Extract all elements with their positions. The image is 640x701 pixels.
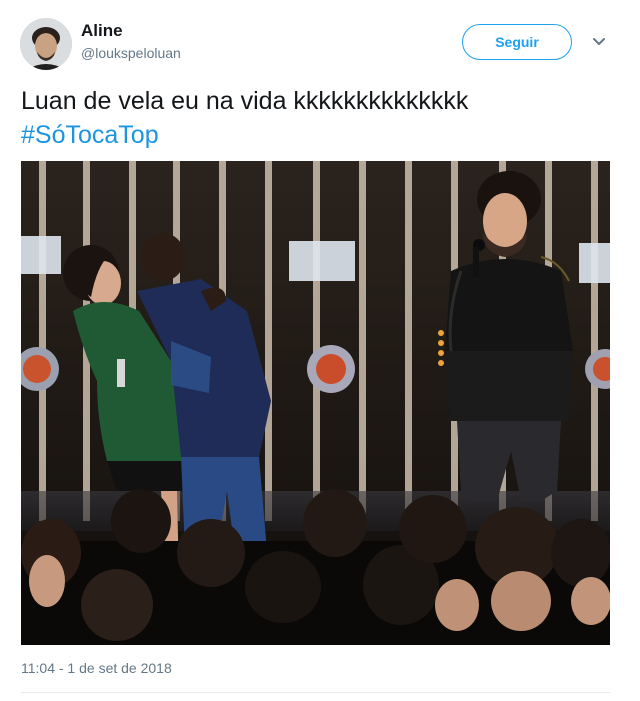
chevron-down-icon[interactable] xyxy=(590,35,608,49)
tweet-body: Luan de vela eu na vida kkkkkkkkkkkkkk xyxy=(21,87,469,115)
follow-button[interactable]: Seguir xyxy=(462,24,572,60)
author-name[interactable]: Aline xyxy=(81,21,123,41)
author-handle[interactable]: @loukspeloluan xyxy=(81,45,181,61)
tweet-timestamp[interactable]: 11:04 - 1 de set de 2018 xyxy=(21,660,172,676)
tweet-text: Luan de vela eu na vida kkkkkkkkkkkkkk #… xyxy=(21,84,621,152)
hashtag-link[interactable]: #SóTocaTop xyxy=(21,118,621,152)
avatar[interactable] xyxy=(20,18,72,70)
tweet-photo[interactable] xyxy=(21,161,610,645)
divider xyxy=(21,692,610,693)
